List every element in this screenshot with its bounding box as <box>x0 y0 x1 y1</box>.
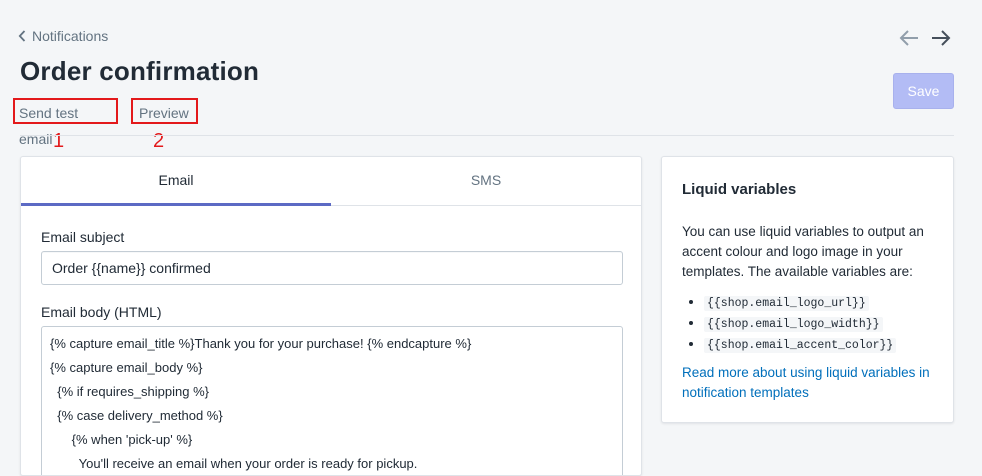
tab-bar: Email SMS <box>21 157 641 206</box>
liquid-variables-card: Liquid variables You can use liquid vari… <box>661 156 954 423</box>
divider <box>20 135 954 136</box>
liquid-variables-list: {{shop.email_logo_url}} {{shop.email_log… <box>682 291 897 354</box>
arrow-left-icon[interactable] <box>898 28 920 48</box>
breadcrumb-label: Notifications <box>32 28 109 44</box>
preview-button[interactable]: Preview <box>131 98 198 124</box>
breadcrumb[interactable]: Notifications <box>18 28 108 44</box>
email-body-textarea[interactable]: {% capture email_title %}Thank you for y… <box>41 326 623 475</box>
email-subject-label: Email subject <box>41 229 125 245</box>
list-item: {{shop.email_logo_width}} <box>704 312 896 333</box>
liquid-variables-description: You can use liquid variables to output a… <box>682 224 924 279</box>
variable-code: {{shop.email_logo_url}} <box>704 296 869 311</box>
tab-sms[interactable]: SMS <box>331 157 641 205</box>
code-line: {% capture email_title %}Thank you for y… <box>50 336 472 351</box>
list-item: {{shop.email_logo_url}} <box>704 291 896 312</box>
template-editor-card: Email SMS Email subject Email body (HTML… <box>20 156 642 476</box>
tab-email[interactable]: Email <box>21 157 331 206</box>
variable-code: {{shop.email_accent_color}} <box>704 338 897 353</box>
email-body-label: Email body (HTML) <box>41 304 162 320</box>
save-button[interactable]: Save <box>893 73 954 109</box>
code-line: {% capture email_body %} <box>50 360 203 375</box>
list-item: {{shop.email_accent_color}} <box>704 333 897 354</box>
code-line: {% when 'pick-up' %} <box>50 432 193 447</box>
code-line: You'll receive an email when your order … <box>50 456 418 471</box>
email-subject-input[interactable] <box>41 251 623 285</box>
variable-code: {{shop.email_logo_width}} <box>704 317 883 332</box>
annotation-marker-2: 2 <box>153 130 165 152</box>
liquid-variables-title: Liquid variables <box>682 181 797 198</box>
code-line: {% case delivery_method %} <box>50 408 223 423</box>
arrow-right-icon[interactable] <box>930 28 952 48</box>
code-line: {% if requires_shipping %} <box>50 384 209 399</box>
annotation-marker-1: 1 <box>53 130 65 152</box>
page-title: Order confirmation <box>20 56 260 86</box>
liquid-variables-help-link[interactable]: Read more about using liquid variables i… <box>682 363 944 403</box>
chevron-left-icon <box>18 30 26 42</box>
pagination <box>898 28 952 48</box>
send-test-email-button[interactable]: Send test email <box>13 98 118 147</box>
